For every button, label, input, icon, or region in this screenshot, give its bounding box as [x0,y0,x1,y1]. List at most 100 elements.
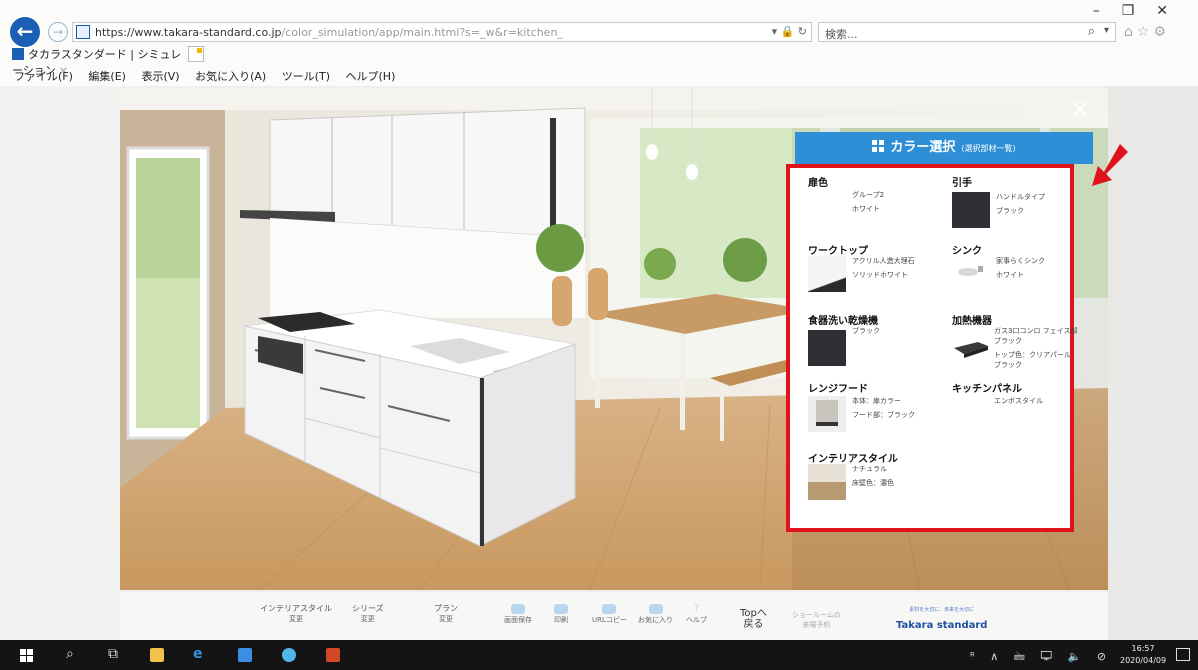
dishwasher-swatch [808,330,846,366]
red-arrow-icon [1092,144,1128,186]
option-value: ホワイト [996,271,1024,279]
series-change-button[interactable]: シリーズ 変更 [352,604,384,624]
cooktop-swatch [952,330,990,366]
lock-refresh-icons[interactable]: ▾ 🔒 ↻ [772,25,807,38]
favorites-button[interactable]: お気に入り [638,604,673,625]
range-hood-swatch [808,396,846,432]
print-icon [554,604,568,614]
grid-icon [872,140,885,152]
print-button[interactable]: 印刷 [554,604,568,625]
option-sink[interactable]: シンク 家事らくシンク ホワイト [952,242,1092,308]
url-copy-button[interactable]: URLコピー [592,604,627,625]
option-range-hood[interactable]: レンジフード 本体：扉カラー フード部：ブラック [808,380,948,446]
option-value: トップ色：クリアパールブラック [994,351,1071,369]
option-value: グループ2 [852,191,885,199]
restore-icon: ❐ [1121,3,1157,19]
menu-favorites[interactable]: お気に入り(A) [195,70,266,83]
minimize-icon: – [1092,3,1122,19]
option-value: ホワイト [852,205,880,213]
app-icon[interactable] [282,648,296,662]
toolbar-label: インテリアスタイル [260,604,332,613]
new-tab-button[interactable] [188,46,204,62]
toolbar-label: 印刷 [554,616,568,624]
interior-style-change-button[interactable]: インテリアスタイル 変更 [260,604,332,624]
clock-date: 2020/04/09 [1120,656,1167,665]
search-icon[interactable]: ⌕ [1088,24,1095,39]
notification-icon[interactable] [1176,648,1190,661]
brand-tagline: 素材を大切に、未来を大切に [909,607,975,613]
menu-tools[interactable]: ツール(T) [282,70,330,83]
address-bar[interactable]: https://www.takara-standard.co.jp/color_… [72,22,812,42]
window-controls[interactable]: –❐✕ [1093,3,1190,19]
option-value: ブラック [852,327,880,335]
file-explorer-icon[interactable] [150,648,164,662]
option-worktop[interactable]: ワークトップ アクリル人造大理石 ソリッドホワイト [808,242,948,308]
color-selection-panel: 扉色 グループ2 ホワイト 引手 ハンドルタイプ ブラック ワークトップ アクリ… [786,164,1077,532]
option-value: ブラック [994,337,1022,345]
toolbar-sublabel: 変更 [289,615,303,623]
option-title: レンジフード [808,384,868,395]
left-background [0,86,120,642]
option-title: ワークトップ [808,246,868,257]
brand-name: Takara standard [896,620,988,631]
sink-swatch [952,256,990,292]
option-value: フード部：ブラック [852,411,915,419]
system-tray[interactable]: ᴿ ∧ 🖮 🖵 🔈 ⊘ [970,648,1112,667]
overlay-close-icon[interactable]: × [1066,96,1094,124]
windows-taskbar: ⌕ ⧉ e ᴿ ∧ 🖮 🖵 🔈 ⊘ 16:57 2020/04/09 [0,640,1198,670]
menu-help[interactable]: ヘルプ(H) [346,70,396,83]
tab-simulation[interactable]: タカラスタンダード | シミュレーション × [12,46,182,77]
handle-swatch [952,192,990,228]
toolbar-label: シリーズ [352,604,384,613]
search-icon[interactable]: ⌕ [66,646,74,662]
search-input[interactable]: 検索... ⌕ ▾ [818,22,1116,42]
windows-start-icon[interactable] [20,649,33,662]
showroom-label: ショールームの [792,611,841,619]
option-title: 引手 [952,178,972,189]
option-kitchen-panel[interactable]: キッチンパネル エンボスタイル [952,380,1092,446]
help-button[interactable]: ? ヘルプ [686,604,707,625]
favorites-settings-icons[interactable]: ⌂☆⚙ [1124,24,1170,40]
powerpoint-icon[interactable] [326,648,340,662]
url-text: https://www.takara-standard.co.jp/color_… [95,26,563,39]
option-handle[interactable]: 引手 ハンドルタイプ ブラック [952,174,1092,242]
forward-button[interactable]: → [48,22,68,42]
showroom-reserve-button[interactable]: ショールームの 来場予約 [792,610,841,630]
plan-change-button[interactable]: プラン 変更 [434,604,458,624]
option-value: エンボスタイル [994,397,1043,405]
showroom-sublabel: 来場予約 [802,621,831,629]
option-value: ナチュラル [852,465,887,473]
option-heating-device[interactable]: 加熱機器 ガス3口コンロ フェイス部 ブラック トップ色：クリアパールブラック [952,312,1092,380]
option-title: キッチンパネル [952,384,1022,395]
back-button[interactable]: ← [10,17,40,47]
worktop-swatch [808,256,846,292]
clock[interactable]: 16:57 2020/04/09 [1120,643,1166,667]
takara-standard-logo[interactable]: 素材を大切に、未来を大切に Takara standard [896,606,987,632]
clock-time: 16:57 [1131,644,1155,653]
option-value: ガス3口コンロ フェイス部 [994,327,1078,335]
save-screen-button[interactable]: 画面保存 [504,604,532,625]
top-sublabel: 戻る [743,619,764,630]
search-dropdown-icon[interactable]: ▾ [1104,25,1109,36]
browser-chrome: ← → https://www.takara-standard.co.jp/co… [0,0,1198,86]
back-to-top-button[interactable]: Topへ 戻る [740,608,767,630]
search-placeholder: 検索... [825,28,858,41]
site-icon [76,25,90,39]
option-dishwasher[interactable]: 食器洗い乾燥機 ブラック [808,312,948,380]
option-value: 家事らくシンク [996,257,1045,265]
option-door-color[interactable]: 扉色 グループ2 ホワイト [808,174,948,242]
option-interior-style[interactable]: インテリアスタイル ナチュラル 床壁色：濃色 [808,450,948,512]
internet-explorer-icon[interactable]: e [193,646,203,662]
option-value: ハンドルタイプ [996,193,1045,201]
toolbar-sublabel: 変更 [360,615,375,623]
menu-edit[interactable]: 編集(E) [88,70,126,83]
toolbar-label: プラン [434,604,458,613]
heart-icon [648,604,663,614]
option-title: 食器洗い乾燥機 [808,316,878,327]
store-app-icon[interactable] [238,648,252,662]
toolbar-label: お気に入り [638,616,673,624]
menu-file[interactable]: ファイル(F) [14,70,73,83]
task-view-icon[interactable]: ⧉ [108,646,118,662]
share-icon [602,604,617,614]
menu-view[interactable]: 表示(V) [141,70,179,83]
